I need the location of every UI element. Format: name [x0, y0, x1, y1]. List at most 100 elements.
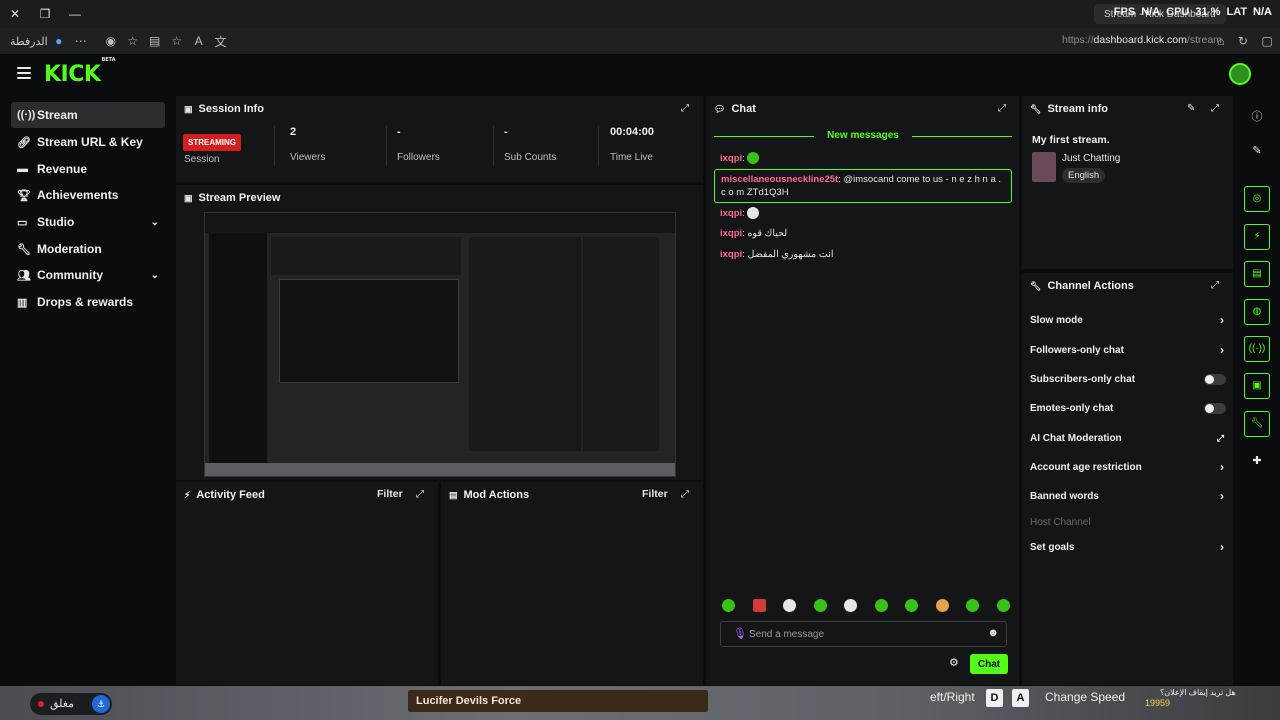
send-chat-button[interactable]: Chat	[970, 654, 1008, 674]
sidebar-item-stream-url-key[interactable]: 🔗︎ Stream URL & Key	[11, 129, 165, 155]
stat-label: Followers	[397, 152, 440, 163]
emote-icon[interactable]	[813, 599, 827, 612]
notes-widget-icon[interactable]: ▤	[1244, 261, 1270, 287]
chat-message[interactable]: ixqpi: انت مشهوري المفضل	[720, 248, 833, 261]
edit-icon[interactable]: ✎	[1250, 144, 1264, 158]
action-label: Subscribers-only chat	[1030, 373, 1136, 385]
preview-info-box	[583, 237, 659, 451]
closed-status-pill[interactable]: مغلق ⚓︎	[30, 693, 112, 715]
sidebar-item-achievements[interactable]: 🏆︎ Achievements	[11, 182, 165, 208]
filter-button[interactable]: Filter	[642, 488, 668, 500]
action-set-goals[interactable]: Set goals ›	[1030, 537, 1226, 557]
chat-username[interactable]: miscellaneousneckline25t	[721, 174, 838, 185]
emote-icon[interactable]	[966, 599, 980, 612]
favorite-icon[interactable]: ☆	[166, 34, 188, 48]
new-messages-divider[interactable]: New messages	[714, 130, 1012, 144]
bolt-icon: ⚡︎	[184, 489, 191, 500]
panel-title: Session Info	[198, 103, 264, 115]
sidebar-item-label: Community	[37, 268, 103, 282]
edit-icon[interactable]: ✎	[1187, 103, 1198, 114]
sidebar-item-moderation[interactable]: 🔧︎ Moderation	[11, 236, 165, 262]
reload-icon[interactable]: ↻	[1232, 34, 1254, 48]
sidebar-item-studio[interactable]: ▭ Studio ⌄	[11, 209, 165, 235]
emote-icon[interactable]	[874, 599, 888, 612]
emote-icon[interactable]	[996, 599, 1010, 612]
panel-header: ▣ Session Info	[176, 96, 703, 122]
address-bar[interactable]: https://dashboard.kick.com/stream	[1062, 34, 1222, 46]
stat-label: Viewers	[290, 152, 326, 163]
chat-username[interactable]: ixqpi	[720, 208, 742, 219]
preview-widget-icon[interactable]: ▣	[1244, 373, 1270, 399]
action-slow-mode[interactable]: Slow mode ›	[1030, 310, 1226, 330]
coin-count: 19959	[1145, 698, 1171, 708]
chat-panel: 💬︎ Chat ⤢ New messages ixqpi: miscellaneo…	[706, 96, 1019, 685]
sidebar-item-community[interactable]: 👥︎ Community ⌄	[11, 262, 165, 288]
emote-icon[interactable]	[844, 599, 858, 612]
collections-icon[interactable]: ▤	[144, 34, 166, 48]
expand-icon[interactable]: ⤢	[681, 489, 692, 500]
read-aloud-icon[interactable]: A	[188, 34, 210, 48]
translate-icon[interactable]: 文	[210, 33, 232, 50]
home-label[interactable]: الدرفطة	[10, 35, 48, 48]
chat-message-highlighted[interactable]: miscellaneousneckline25t: @imsocand come…	[714, 169, 1012, 203]
chat-username[interactable]: ixqpi	[720, 228, 742, 239]
emote-icon[interactable]	[905, 599, 919, 612]
browser-toolbar: الدرفطة ● ⋯ ◉ ☆ ▤ ☆ A 文 https://dashboar…	[0, 28, 1280, 54]
divider	[493, 126, 494, 166]
left-right-hint: eft/Right	[930, 690, 975, 704]
microphone-icon[interactable]: 🎙︎	[733, 627, 747, 640]
action-ai-chat-moderation[interactable]: AI Chat Moderation ⤢	[1030, 428, 1226, 448]
emote-icon[interactable]	[783, 599, 797, 612]
chat-widget-icon[interactable]: ◍	[1244, 299, 1270, 325]
expand-icon[interactable]: ⤢	[1211, 280, 1222, 291]
game-hud-bar: مغلق ⚓︎ Lucifer Devils Force eft/Right D…	[0, 686, 1280, 720]
emoji-picker-icon[interactable]: ☻	[987, 627, 999, 639]
add-widget-icon[interactable]: ✚	[1250, 454, 1264, 468]
emotes-only-toggle[interactable]	[1204, 402, 1226, 414]
expand-icon[interactable]: ⤢	[681, 103, 692, 114]
chat-username[interactable]: ixqpi	[720, 249, 742, 260]
chat-username[interactable]: ixqpi	[720, 153, 742, 164]
lock-icon[interactable]: ⌂	[1210, 34, 1232, 48]
user-avatar[interactable]	[1229, 63, 1251, 85]
restore-window-icon[interactable]: ❐	[30, 7, 60, 21]
browser-logo-icon[interactable]: ●	[48, 34, 70, 48]
subscribers-only-toggle[interactable]	[1204, 373, 1226, 385]
broadcast-widget-icon[interactable]: ((·))	[1244, 336, 1270, 362]
bookmark-icon[interactable]: ☆	[122, 34, 144, 48]
chat-message[interactable]: ixqpi:	[720, 152, 760, 165]
more-icon[interactable]: ⋯	[70, 34, 92, 48]
sidebar-item-stream[interactable]: ((·)) Stream	[11, 102, 165, 128]
chat-message[interactable]: ixqpi: لحياك قوه	[720, 227, 787, 240]
close-window-icon[interactable]: ✕	[0, 7, 30, 21]
extensions-icon[interactable]: ▢	[1256, 34, 1278, 48]
wrench-widget-icon[interactable]: 🔧︎	[1244, 411, 1270, 437]
chat-message[interactable]: ixqpi:	[720, 207, 760, 220]
expand-icon[interactable]: ⤢	[1211, 103, 1222, 114]
stream-category: Just Chatting	[1062, 153, 1121, 164]
emote-icon[interactable]	[722, 599, 735, 612]
expand-icon[interactable]: ⤢	[416, 489, 427, 500]
menu-icon[interactable]	[17, 67, 31, 79]
action-subscribers-only: Subscribers-only chat	[1030, 369, 1226, 389]
emote-icon[interactable]	[752, 599, 766, 612]
minimize-window-icon[interactable]: —	[60, 7, 90, 21]
action-followers-only[interactable]: Followers-only chat ›	[1030, 340, 1226, 360]
chat-settings-icon[interactable]: ⚙︎	[949, 656, 959, 669]
info-icon[interactable]: ⓘ	[1250, 108, 1264, 123]
kick-logo[interactable]: KICKBETA	[44, 57, 116, 87]
sidebar-item-revenue[interactable]: ▬ Revenue	[11, 156, 165, 182]
filter-button[interactable]: Filter	[377, 488, 403, 500]
expand-icon[interactable]: ⤢	[998, 103, 1009, 114]
camera-widget-icon[interactable]: ◎	[1244, 186, 1270, 212]
emote-icon[interactable]	[935, 599, 949, 612]
action-banned-words[interactable]: Banned words ›	[1030, 486, 1226, 506]
action-account-age[interactable]: Account age restriction ›	[1030, 457, 1226, 477]
stream-preview-video[interactable]	[204, 212, 676, 477]
sidebar-item-drops-rewards[interactable]: ▥ Drops & rewards	[11, 289, 165, 315]
profile-icon[interactable]: ◉	[100, 34, 122, 48]
stat-value: -	[504, 126, 508, 138]
window-titlebar: ✕ ❐ — Stream - Kick Dashboard FPS N/A CP…	[0, 0, 1280, 28]
chat-message-input[interactable]	[749, 626, 969, 642]
bolt-widget-icon[interactable]: ⚡︎	[1244, 224, 1270, 250]
